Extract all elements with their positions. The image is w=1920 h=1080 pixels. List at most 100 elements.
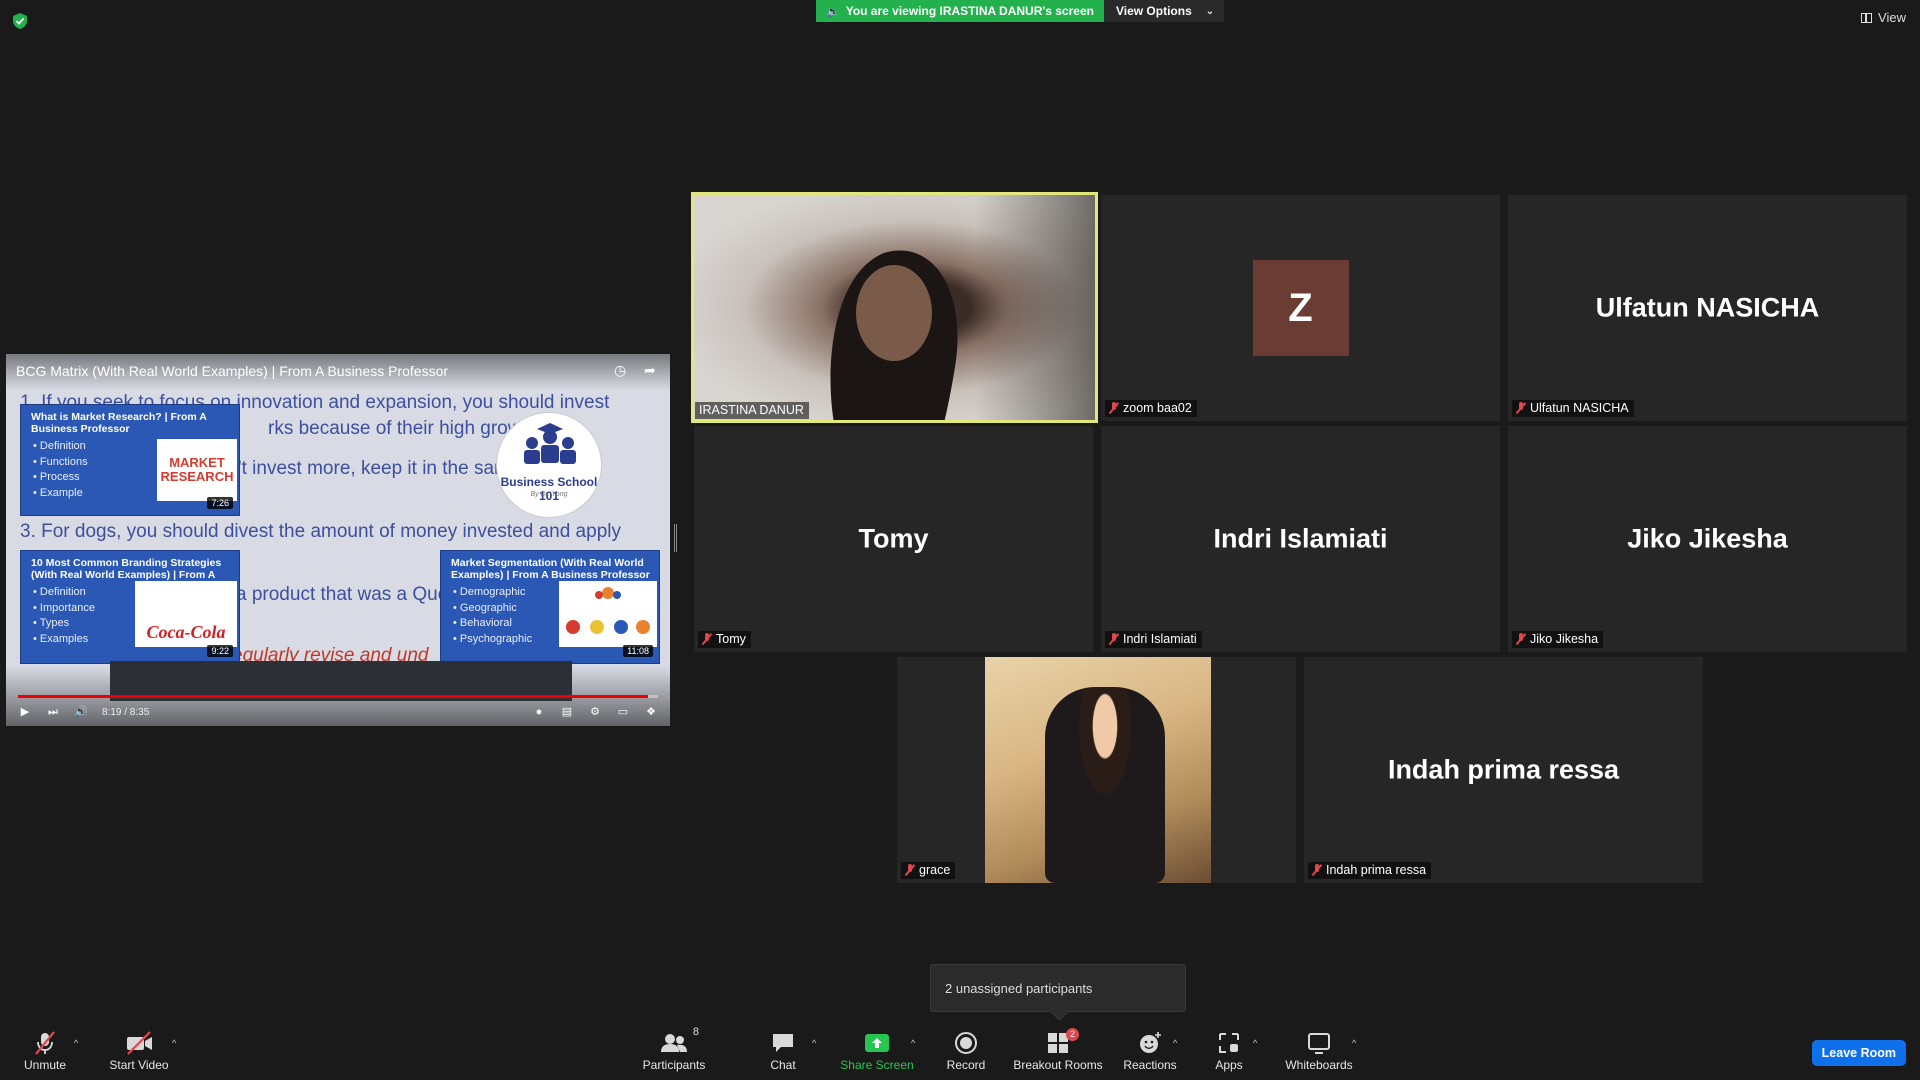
video-tile-indri[interactable]: Indri Islamiati Indri Islamiati — [1101, 426, 1500, 652]
slide-line: 3. For dogs, you should divest the amoun… — [20, 521, 621, 542]
leave-room-button[interactable]: Leave Room — [1811, 1040, 1906, 1066]
list-item: Types — [33, 616, 95, 632]
card-thumbnail: Coca-Cola — [135, 581, 237, 647]
security-shield-icon[interactable] — [12, 12, 28, 30]
breakout-rooms-button[interactable]: 2 Breakout Rooms — [1013, 1028, 1103, 1072]
subtitles-icon[interactable]: ▤ — [560, 706, 574, 718]
chat-options-caret-icon[interactable]: ^ — [812, 1038, 816, 1048]
reactions-options-caret-icon[interactable]: ^ — [1173, 1038, 1177, 1048]
card-list: Demographic Geographic Behavioral Psycho… — [453, 585, 532, 647]
share-options-caret-icon[interactable]: ^ — [911, 1038, 915, 1048]
share-screen-button[interactable]: Share Screen — [840, 1030, 914, 1072]
unmute-label: Unmute — [23, 1058, 67, 1072]
video-tile-tomy[interactable]: Tomy Tomy — [694, 426, 1093, 652]
chat-button[interactable]: Chat — [765, 1030, 801, 1072]
breakout-badge: 2 — [1066, 1028, 1079, 1041]
participant-name-label: Ulfatun NASICHA — [1512, 400, 1634, 417]
thumbnail-text: MARKET RESEARCH — [160, 455, 234, 484]
participant-name: IRASTINA DANUR — [699, 403, 804, 417]
audio-options-caret-icon[interactable]: ^ — [74, 1038, 78, 1048]
unassigned-participants-tooltip[interactable]: 2 unassigned participants — [930, 964, 1186, 1012]
video-tile-irastina[interactable]: IRASTINA DANUR — [691, 192, 1098, 423]
muted-mic-icon — [1516, 633, 1526, 645]
apps-label: Apps — [1215, 1058, 1243, 1072]
shared-screen[interactable]: 1. If you seek to focus on innovation an… — [6, 354, 670, 726]
video-tile-indah[interactable]: Indah prima ressa Indah prima ressa — [1304, 657, 1703, 883]
card-title: 10 Most Common Branding Strategies (With… — [31, 557, 222, 581]
volume-icon[interactable]: 🔊 — [74, 706, 88, 718]
apps-icon — [1219, 1033, 1239, 1053]
participant-name-label: grace — [901, 862, 956, 879]
reactions-icon — [1140, 1032, 1161, 1053]
meeting-toolbar: Unmute ^ Start Video ^ 8 Participants Ch… — [0, 1020, 1920, 1080]
reactions-button[interactable]: Reactions — [1122, 1030, 1178, 1072]
video-options-caret-icon[interactable]: ^ — [172, 1038, 176, 1048]
viewing-banner: 🔈 You are viewing IRASTINA DANUR's scree… — [816, 0, 1225, 22]
video-off-icon — [127, 1031, 152, 1055]
next-icon[interactable]: ⏭ — [46, 706, 60, 718]
record-button[interactable]: Record — [946, 1030, 986, 1072]
video-tile-zoom-baa02[interactable]: Z zoom baa02 — [1101, 195, 1500, 421]
view-label: View — [1878, 10, 1906, 25]
duration-badge: 9:22 — [207, 645, 233, 657]
recommended-video-card[interactable]: Market Segmentation (With Real World Exa… — [440, 550, 660, 664]
apps-button[interactable]: Apps — [1212, 1030, 1246, 1072]
muted-microphone-icon — [35, 1031, 55, 1055]
autoplay-toggle-icon[interactable]: ● — [532, 706, 546, 718]
graduates-icon — [524, 423, 576, 464]
video-tile-ulfatun[interactable]: Ulfatun NASICHA Ulfatun NASICHA — [1508, 195, 1907, 421]
view-options-label: View Options — [1115, 4, 1192, 18]
card-list: Definition Functions Process Example — [33, 439, 88, 501]
card-thumbnail: MARKET RESEARCH — [157, 439, 237, 501]
recommended-video-card[interactable]: What is Market Research? | From A Busine… — [20, 404, 240, 516]
grid-icon — [1861, 12, 1873, 23]
list-item: Example — [33, 486, 88, 502]
cast-icon[interactable]: ▭ — [616, 706, 630, 718]
duration-badge: 7:26 — [207, 497, 233, 509]
participant-display-name: Jiko Jikesha — [1627, 523, 1788, 554]
exit-fullscreen-icon[interactable]: ❖ — [644, 706, 658, 718]
participant-video — [985, 657, 1211, 883]
participant-name-label: Indah prima ressa — [1308, 862, 1432, 879]
recommended-video-card[interactable]: 10 Most Common Branding Strategies (With… — [20, 550, 240, 664]
muted-mic-icon — [1109, 402, 1119, 414]
card-list: Definition Importance Types Examples — [33, 585, 95, 647]
list-item: Geographic — [453, 601, 532, 617]
start-video-button[interactable]: Start Video — [106, 1030, 172, 1072]
participant-name: zoom baa02 — [1123, 401, 1192, 415]
chat-label: Chat — [770, 1058, 796, 1072]
apps-options-caret-icon[interactable]: ^ — [1253, 1038, 1257, 1048]
duration-badge: 11:08 — [623, 645, 653, 657]
whiteboards-options-caret-icon[interactable]: ^ — [1352, 1038, 1356, 1048]
participant-name: Tomy — [716, 632, 746, 646]
clock-icon[interactable]: ◷ — [614, 362, 630, 378]
zoom-meeting-window: 🔈 You are viewing IRASTINA DANUR's scree… — [0, 0, 1920, 1080]
participant-display-name: Indri Islamiati — [1213, 523, 1388, 554]
participants-button[interactable]: 8 Participants — [640, 1026, 708, 1072]
participant-name: grace — [919, 863, 951, 877]
view-button[interactable]: View — [1861, 10, 1906, 25]
whiteboards-label: Whiteboards — [1285, 1058, 1353, 1072]
whiteboards-button[interactable]: Whiteboards — [1283, 1030, 1355, 1072]
record-label: Record — [946, 1058, 986, 1072]
participant-display-name: Ulfatun NASICHA — [1595, 292, 1820, 323]
view-options-button[interactable]: View Options ⌄ — [1103, 0, 1225, 22]
speaker-icon: 🔈 — [826, 5, 840, 18]
video-tile-jiko[interactable]: Jiko Jikesha Jiko Jikesha — [1508, 426, 1907, 652]
business-school-logo: Business School 101 By Dr. Yong — [496, 412, 602, 518]
split-handle[interactable] — [674, 524, 677, 552]
share-icon[interactable]: ➦ — [644, 362, 660, 378]
video-title[interactable]: BCG Matrix (With Real World Examples) | … — [16, 363, 448, 379]
participant-name-label: Tomy — [698, 631, 751, 648]
viewing-text: You are viewing IRASTINA DANUR's screen — [845, 4, 1094, 18]
participant-name: Indri Islamiati — [1123, 632, 1197, 646]
participant-display-name: Tomy — [858, 523, 929, 554]
chevron-down-icon: ⌄ — [1205, 5, 1215, 17]
video-progress-bar[interactable] — [18, 695, 658, 698]
participant-name: Jiko Jikesha — [1530, 632, 1599, 646]
settings-icon[interactable]: ⚙ — [588, 706, 602, 718]
video-tile-grace[interactable]: grace — [897, 657, 1296, 883]
unmute-button[interactable]: Unmute — [22, 1030, 68, 1072]
list-item: Process — [33, 470, 88, 486]
play-icon[interactable]: ▶ — [18, 706, 32, 718]
